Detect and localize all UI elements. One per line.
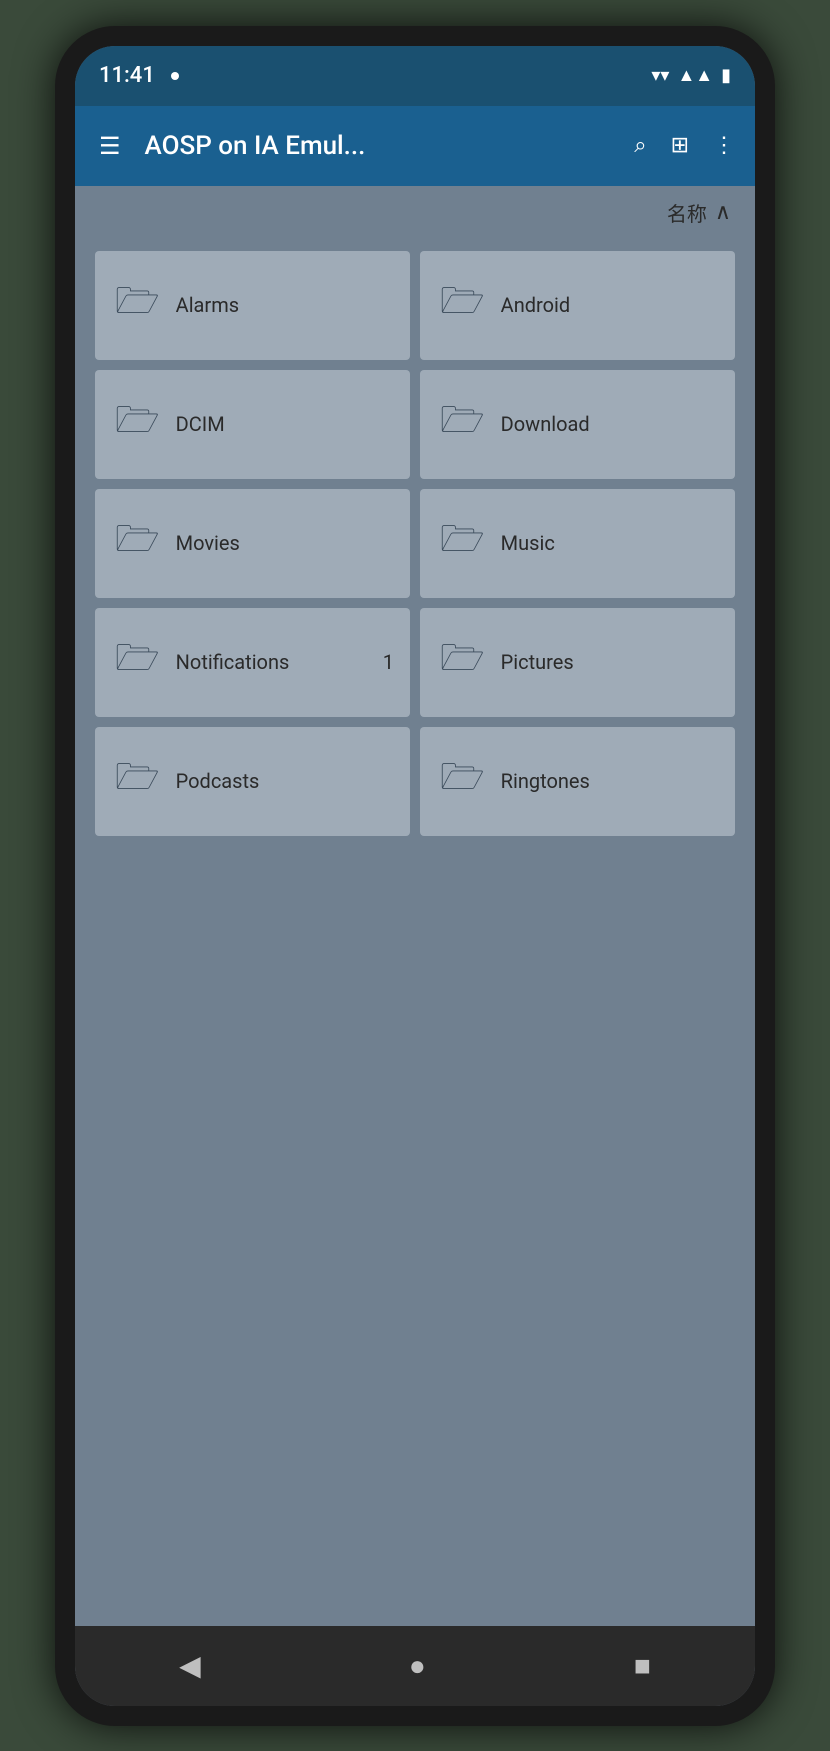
folder-icon: 🗁 [115, 751, 160, 812]
folder-name: Pictures [501, 650, 574, 674]
folder-name: Podcasts [176, 769, 260, 793]
top-bar: ☰ AOSP on IA Emul... ⌕ ⊞ ⋮ [75, 106, 755, 186]
folder-item[interactable]: 🗁 DCIM [95, 370, 410, 479]
status-icons: ▾▾ ▲▲ ▮ [651, 65, 731, 86]
folder-name: Movies [176, 531, 240, 555]
folder-item[interactable]: 🗁 Music [420, 489, 735, 598]
folder-icon: 🗁 [440, 751, 485, 812]
folder-name: Music [501, 531, 555, 555]
folder-icon: 🗁 [440, 632, 485, 693]
sort-arrow-icon: ∧ [715, 200, 731, 225]
folder-icon: 🗁 [115, 632, 160, 693]
folder-item[interactable]: 🗁 Movies [95, 489, 410, 598]
status-left: 11:41 [99, 63, 179, 88]
phone-screen: 11:41 ▾▾ ▲▲ ▮ ☰ AOSP on IA Emul... ⌕ ⊞ ⋮ [75, 46, 755, 1706]
folder-name: DCIM [176, 412, 225, 436]
back-button[interactable]: ◀ [155, 1641, 225, 1690]
top-icons: ⌕ ⊞ ⋮ [630, 129, 739, 162]
folder-name: Notifications [176, 650, 290, 674]
signal-icon: ▲▲ [677, 65, 713, 86]
status-bar: 11:41 ▾▾ ▲▲ ▮ [75, 46, 755, 106]
folder-icon: 🗁 [440, 513, 485, 574]
battery-icon: ▮ [721, 65, 731, 86]
folder-item[interactable]: 🗁 Alarms [95, 251, 410, 360]
folder-badge: 1 [383, 650, 394, 674]
phone-frame: 11:41 ▾▾ ▲▲ ▮ ☰ AOSP on IA Emul... ⌕ ⊞ ⋮ [55, 26, 775, 1726]
home-button[interactable]: ● [385, 1641, 450, 1690]
search-button[interactable]: ⌕ [630, 129, 650, 162]
bottom-nav: ◀ ● ■ [75, 1626, 755, 1706]
recents-button[interactable]: ■ [610, 1641, 675, 1690]
folder-icon: 🗁 [115, 513, 160, 574]
folder-item[interactable]: 🗁 Podcasts [95, 727, 410, 836]
folder-item[interactable]: 🗁 Notifications 1 [95, 608, 410, 717]
menu-button[interactable]: ☰ [91, 124, 129, 168]
folder-name: Alarms [176, 293, 239, 317]
folder-item[interactable]: 🗁 Ringtones [420, 727, 735, 836]
status-dot [171, 72, 179, 80]
folder-item[interactable]: 🗁 Download [420, 370, 735, 479]
folder-icon: 🗁 [115, 275, 160, 336]
grid-view-button[interactable]: ⊞ [667, 129, 693, 162]
folder-item[interactable]: 🗁 Pictures [420, 608, 735, 717]
folder-item[interactable]: 🗁 Android [420, 251, 735, 360]
folder-icon: 🗁 [440, 275, 485, 336]
more-options-button[interactable]: ⋮ [709, 129, 739, 162]
page-title: AOSP on IA Emul... [145, 131, 615, 161]
sort-header[interactable]: 名称 ∧ [75, 186, 755, 239]
folder-icon: 🗁 [115, 394, 160, 455]
folder-name: Ringtones [501, 769, 590, 793]
folder-icon: 🗁 [440, 394, 485, 455]
folder-grid: 🗁 Alarms 🗁 Android 🗁 DCIM 🗁 Download 🗁 Movies 🗁 Mus… [75, 239, 755, 848]
status-time: 11:41 [99, 63, 155, 88]
folder-name: Download [501, 412, 590, 436]
file-browser-content: 名称 ∧ 🗁 Alarms 🗁 Android 🗁 DCIM 🗁 Download 🗁 Movie… [75, 186, 755, 1626]
wifi-icon: ▾▾ [651, 65, 669, 86]
folder-name: Android [501, 293, 571, 317]
sort-label: 名称 [667, 198, 707, 227]
